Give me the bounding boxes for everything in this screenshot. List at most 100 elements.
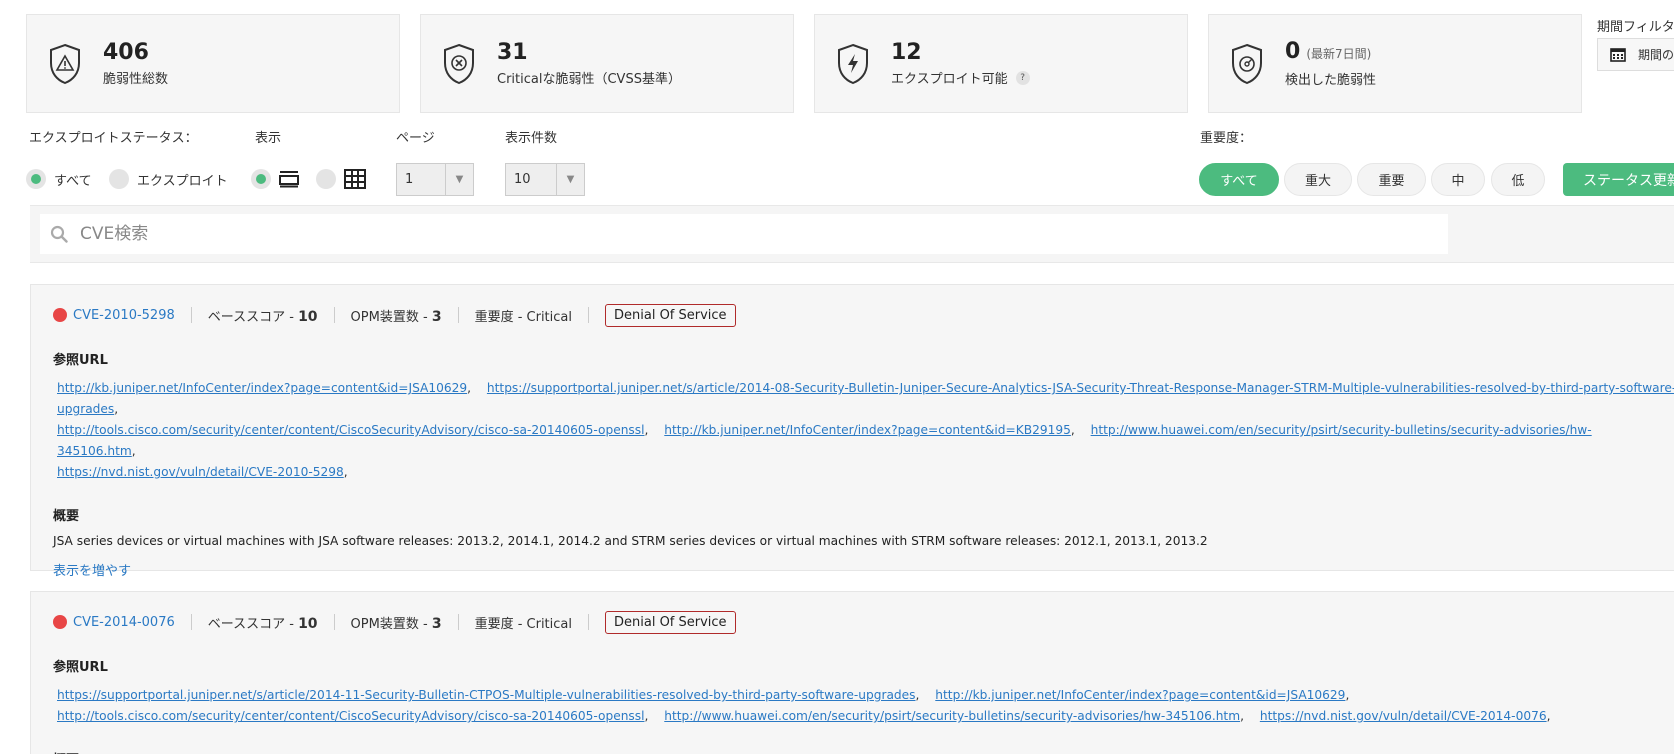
chevron-down-icon: ▼ <box>445 164 473 195</box>
search-input[interactable] <box>80 224 1380 244</box>
severity-low-button[interactable]: 低 <box>1491 163 1545 196</box>
device-count-label: OPM装置数 - <box>350 616 428 632</box>
exploit-filter-all[interactable]: すべて <box>26 169 92 189</box>
period-filter-button[interactable]: 期間の <box>1597 38 1674 71</box>
critical-vulnerabilities-card[interactable]: 31 Criticalな脆弱性（CVSS基準） <box>420 14 794 113</box>
separator: , <box>644 423 649 437</box>
reference-link[interactable]: https://supportportal.juniper.net/s/arti… <box>57 688 916 702</box>
search-box[interactable] <box>40 214 1448 254</box>
device-count: OPM装置数 - 3 <box>351 306 442 325</box>
separator: , <box>644 709 649 723</box>
reference-link[interactable]: http://kb.juniper.net/InfoCenter/index?p… <box>935 688 1345 702</box>
divider <box>333 307 335 323</box>
severity-text: 重要度 - Critical <box>474 616 572 632</box>
separator: , <box>1240 709 1244 723</box>
card-label: エクスプロイト可能? <box>891 68 1030 87</box>
cve-id-link[interactable]: CVE-2010-5298 <box>73 308 175 323</box>
separator: , <box>1345 688 1350 702</box>
severity-critical-button[interactable]: 重大 <box>1284 163 1352 196</box>
reference-link[interactable]: http://kb.juniper.net/InfoCenter/index?p… <box>664 423 1071 437</box>
grid-view-icon <box>344 169 366 189</box>
reference-link[interactable]: https://nvd.nist.gov/vuln/detail/CVE-201… <box>57 465 344 479</box>
chevron-down-icon: ▼ <box>556 164 584 195</box>
show-more-link[interactable]: 表示を増やす <box>53 560 131 579</box>
separator: , <box>467 381 472 395</box>
base-score: ベーススコア - 10 <box>208 613 318 632</box>
reference-link[interactable]: http://www.huawei.com/en/security/psirt/… <box>664 709 1240 723</box>
base-score-value: 10 <box>298 615 318 632</box>
count-label: 表示件数 <box>505 131 558 146</box>
reference-link[interactable]: https://nvd.nist.gov/vuln/detail/CVE-201… <box>1260 709 1547 723</box>
card-value: 12 <box>891 40 922 65</box>
reference-url-title: 参照URL <box>53 353 108 368</box>
base-score-label: ベーススコア - <box>207 309 294 325</box>
card-value: 31 <box>497 40 528 65</box>
device-count-value: 3 <box>431 308 442 325</box>
period-filter-label: 期間フィルタ <box>1597 20 1674 35</box>
shield-bolt-icon <box>835 42 871 86</box>
separator: , <box>114 402 119 416</box>
reference-link[interactable]: http://tools.cisco.com/security/center/c… <box>57 709 645 723</box>
separator: , <box>1070 423 1075 437</box>
separator: , <box>131 444 136 458</box>
card-label-text: エクスプロイト可能 <box>891 72 1008 87</box>
device-count-value: 3 <box>431 615 442 632</box>
view-grid-option[interactable] <box>316 169 366 189</box>
shield-warning-icon <box>47 42 83 86</box>
card-label: Criticalな脆弱性（CVSS基準） <box>497 72 681 87</box>
count-select-value: 10 <box>514 172 531 187</box>
detected-vulnerabilities-card[interactable]: 0 (最新7日間) 検出した脆弱性 <box>1208 14 1582 113</box>
page-select-value: 1 <box>405 172 414 187</box>
severity-important-button[interactable]: 重要 <box>1357 163 1426 196</box>
cve-card: CVE-2014-0076 ベーススコア - 10 OPM装置数 - 3 重要度… <box>30 591 1674 754</box>
cve-header: CVE-2010-5298 ベーススコア - 10 OPM装置数 - 3 重要度… <box>53 303 1674 327</box>
card-value-number: 0 <box>1285 39 1301 64</box>
device-count: OPM装置数 - 3 <box>351 613 442 632</box>
card-value: 406 <box>103 40 149 65</box>
cve-id-link[interactable]: CVE-2014-0076 <box>73 615 175 630</box>
severity-text: 重要度 - Critical <box>474 309 572 325</box>
severity-medium-button[interactable]: 中 <box>1431 163 1485 196</box>
exploit-status-label: エクスプロイトステータス： <box>29 131 198 146</box>
divider <box>190 614 192 630</box>
divider <box>190 307 192 323</box>
separator: , <box>915 688 920 702</box>
summary-cards: 406 脆弱性総数 31 Criticalな脆弱性（CVSS基準） 12 エクス… <box>26 14 1582 113</box>
status-update-button[interactable]: ステータス更新 <box>1563 163 1674 196</box>
page-label: ページ <box>396 131 435 146</box>
divider <box>457 614 459 630</box>
help-icon[interactable]: ? <box>1015 70 1030 85</box>
radio-unselected <box>109 169 129 189</box>
page-select[interactable]: 1 ▼ <box>396 163 474 196</box>
shield-radar-icon <box>1229 42 1265 86</box>
reference-link[interactable]: http://tools.cisco.com/security/center/c… <box>57 423 645 437</box>
divider <box>588 614 589 630</box>
search-icon <box>50 225 68 243</box>
radio-label: すべて <box>54 173 92 189</box>
severity-all-button[interactable]: すべて <box>1199 163 1279 196</box>
period-filter-button-label: 期間の <box>1638 48 1674 62</box>
device-count-label: OPM装置数 - <box>350 309 428 325</box>
reference-link[interactable]: http://kb.juniper.net/InfoCenter/index?p… <box>57 381 467 395</box>
exploitable-card[interactable]: 12 エクスプロイト可能? <box>814 14 1188 113</box>
separator: , <box>1546 709 1551 723</box>
total-vulnerabilities-card[interactable]: 406 脆弱性総数 <box>26 14 400 113</box>
separator: , <box>343 465 348 479</box>
cve-card: CVE-2010-5298 ベーススコア - 10 OPM装置数 - 3 重要度… <box>30 284 1674 579</box>
severity-label: 重要度： <box>1200 131 1253 146</box>
list-view-icon <box>279 171 299 188</box>
reference-url-title: 参照URL <box>53 660 108 675</box>
divider <box>457 307 459 323</box>
attack-type-tag: Denial Of Service <box>605 610 736 634</box>
shield-x-icon <box>441 42 477 86</box>
exploit-filter-exploit[interactable]: エクスプロイト <box>109 169 228 189</box>
base-score-label: ベーススコア - <box>207 616 294 632</box>
card-label: 検出した脆弱性 <box>1285 73 1377 88</box>
radio-selected <box>26 169 46 189</box>
reference-url-list: http://kb.juniper.net/InfoCenter/index?p… <box>57 378 1674 483</box>
view-list-option[interactable] <box>251 169 299 189</box>
count-select[interactable]: 10 ▼ <box>505 163 585 196</box>
radio-label: エクスプロイト <box>137 173 228 189</box>
divider <box>333 614 335 630</box>
summary-title: 概要 <box>53 509 80 524</box>
